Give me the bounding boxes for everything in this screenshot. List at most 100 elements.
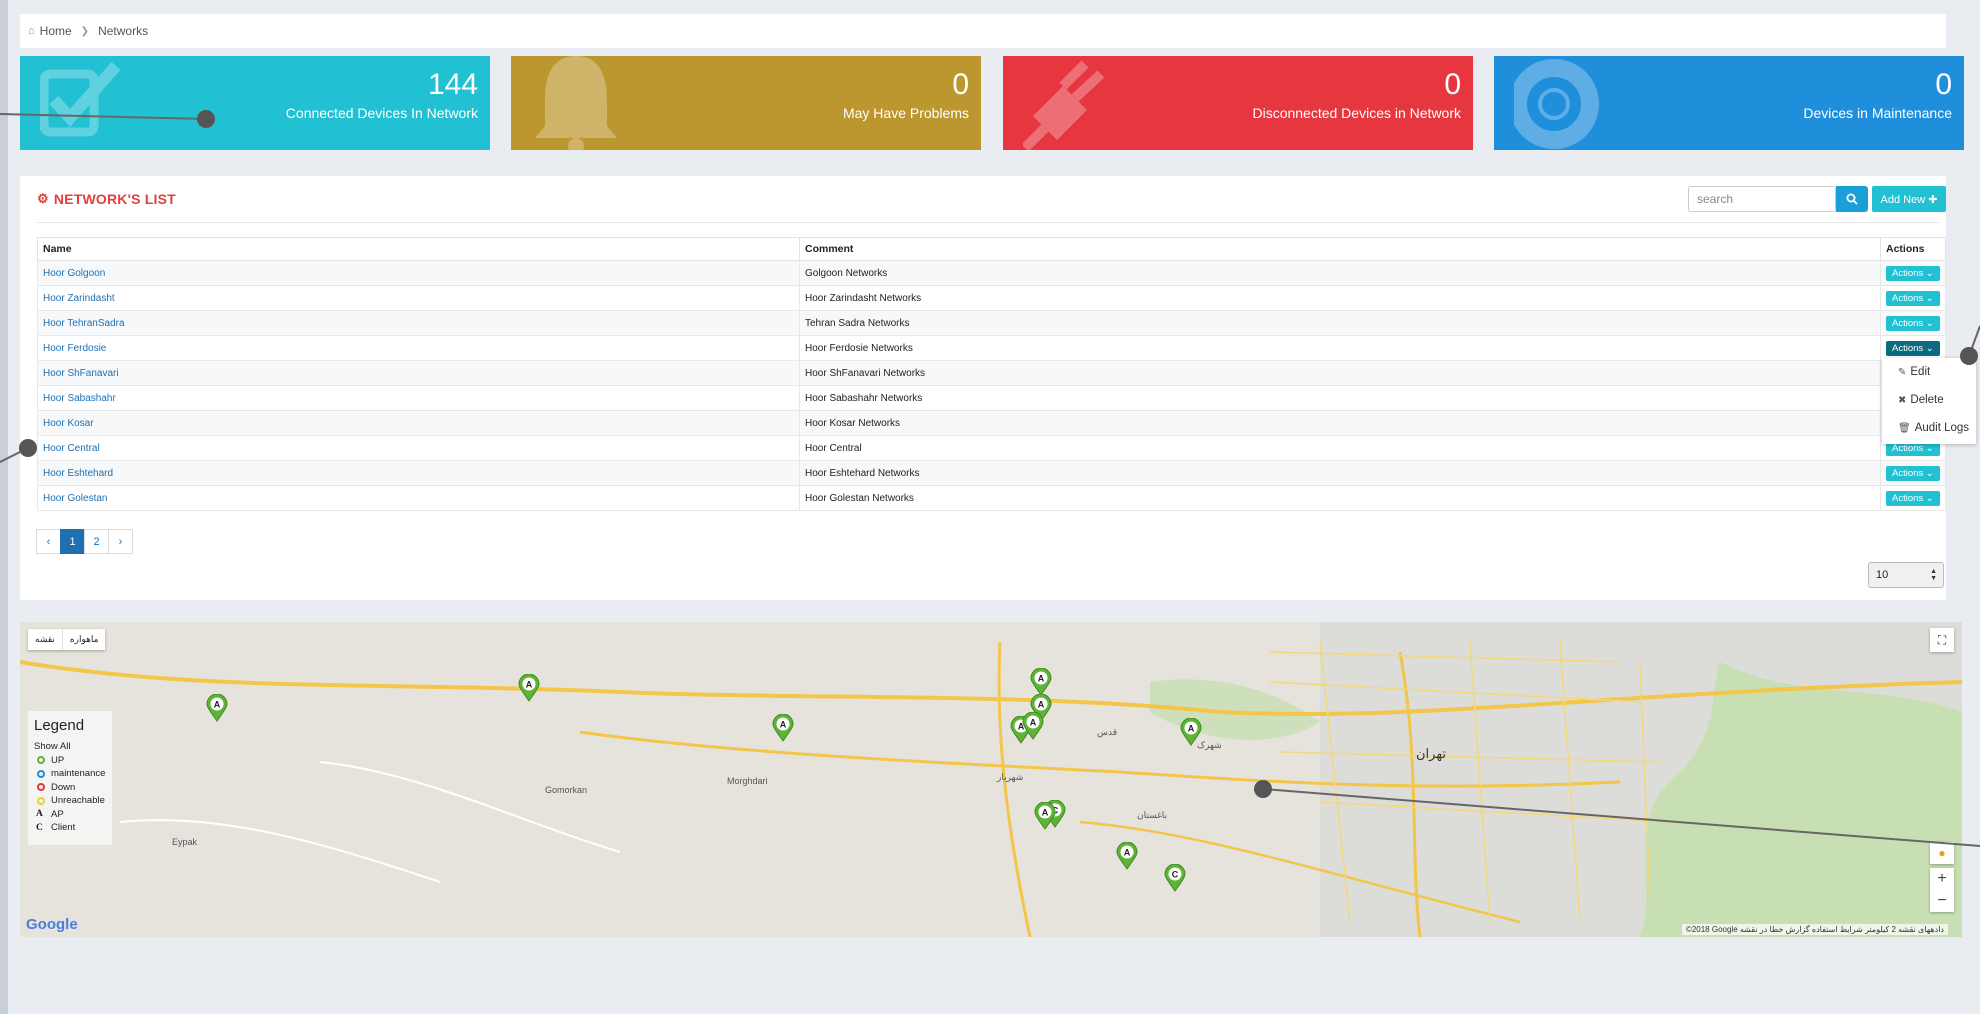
map-city-label: Eypak: [172, 837, 198, 847]
network-name-link[interactable]: Hoor Kosar: [37, 410, 800, 436]
map-city-label: قدس: [1097, 727, 1118, 737]
actions-button[interactable]: Actions ⌄: [1886, 490, 1940, 506]
network-comment: Hoor Sabashahr Networks: [799, 385, 1881, 411]
network-comment: Tehran Sadra Networks: [799, 310, 1881, 336]
legend-label: Client: [51, 822, 76, 834]
fullscreen-button[interactable]: ⛶: [1930, 628, 1954, 652]
pin-icon: [37, 796, 45, 805]
map-attribution[interactable]: ©2018 Google دادههای نقشه 2 کیلومتر شرای…: [1681, 924, 1948, 935]
menu-item-edit[interactable]: ✎ Edit: [1882, 358, 1976, 386]
network-name-link[interactable]: Hoor Ferdosie: [37, 335, 800, 361]
table-row: Hoor Sabashahr Hoor Sabashahr Networks A…: [37, 385, 1946, 411]
svg-text:A: A: [780, 720, 787, 730]
zoom-out-button[interactable]: −: [1930, 890, 1954, 912]
legend-item-down[interactable]: Down: [34, 781, 106, 795]
map-legend: Legend Show All UP maintenance Down Unre…: [28, 711, 112, 845]
ap-glyph-icon: A: [36, 809, 43, 820]
map-marker-pin-icon[interactable]: A: [1030, 668, 1052, 696]
legend-show-all[interactable]: Show All: [34, 740, 106, 754]
map-city-label: تهران: [1416, 746, 1446, 761]
network-comment: Hoor Kosar Networks: [799, 410, 1881, 436]
actions-button[interactable]: Actions ⌄: [1886, 315, 1940, 331]
legend-label: Show All: [34, 741, 71, 753]
table-row: Hoor ShFanavari Hoor ShFanavari Networks…: [37, 360, 1946, 386]
network-name-link[interactable]: Hoor Golestan: [37, 485, 800, 511]
map-marker-pin-icon[interactable]: A: [206, 694, 228, 722]
network-name-link[interactable]: Hoor ShFanavari: [37, 360, 800, 386]
map-marker-pin-icon[interactable]: A: [1022, 712, 1044, 740]
breadcrumb: ⌂ Home ❯ Networks: [20, 14, 1946, 48]
actions-button[interactable]: Actions ⌄: [1886, 290, 1940, 306]
search-input[interactable]: [1688, 186, 1836, 212]
plug-icon: [1023, 60, 1105, 150]
svg-text:A: A: [1038, 700, 1045, 710]
zoom-in-button[interactable]: +: [1930, 868, 1954, 890]
network-comment: Golgoon Networks: [799, 260, 1881, 286]
stat-label: Disconnected Devices in Network: [1252, 105, 1461, 121]
map-marker-pin-icon[interactable]: C: [1164, 864, 1186, 892]
network-name-link[interactable]: Hoor Golgoon: [37, 260, 800, 286]
actions-button[interactable]: Actions ⌄: [1886, 465, 1940, 481]
network-name-link[interactable]: Hoor Sabashahr: [37, 385, 800, 411]
network-name-link[interactable]: Hoor TehranSadra: [37, 310, 800, 336]
page-size-select[interactable]: 10 ▲ ▼: [1868, 562, 1944, 588]
life-ring-icon: [1514, 59, 1599, 149]
stat-card-problems[interactable]: 0 May Have Problems: [511, 56, 981, 150]
actions-dropdown-menu: ✎ Edit ✖ Delete 🗑 Audit Logs: [1882, 358, 1976, 444]
map-marker-pin-icon[interactable]: A: [1034, 802, 1056, 830]
legend-label: UP: [51, 754, 65, 766]
actions-button-open[interactable]: Actions ⌄: [1886, 340, 1940, 356]
legend-item-up[interactable]: UP: [34, 754, 106, 768]
network-name-link[interactable]: Hoor Zarindasht: [37, 285, 800, 311]
column-header-name[interactable]: Name: [37, 237, 800, 261]
legend-item-client[interactable]: C Client: [34, 821, 106, 835]
column-header-actions: Actions: [1880, 237, 1946, 261]
table-row: Hoor Ferdosie Hoor Ferdosie Networks Act…: [37, 335, 1946, 361]
divider: [37, 222, 1939, 223]
column-header-comment[interactable]: Comment: [799, 237, 1881, 261]
network-comment: Hoor Zarindasht Networks: [799, 285, 1881, 311]
legend-item-maintenance[interactable]: maintenance: [34, 767, 106, 781]
networks-table: Name Comment Actions Hoor Golgoon Golgoo…: [37, 237, 1946, 511]
legend-item-unreachable[interactable]: Unreachable: [34, 794, 106, 808]
network-name-link[interactable]: Hoor Central: [37, 435, 800, 461]
map-city-label: Gomorkan: [545, 785, 588, 795]
search-button[interactable]: [1836, 186, 1868, 212]
map-marker-pin-icon[interactable]: A: [1180, 718, 1202, 746]
menu-item-label: Delete: [1910, 394, 1944, 406]
table-row: Hoor Central Hoor Central Actions ⌄: [37, 435, 1946, 461]
pagination-prev[interactable]: ‹: [36, 529, 61, 554]
table-row: Hoor Golgoon Golgoon Networks Actions ⌄: [37, 260, 1946, 286]
legend-item-ap[interactable]: A AP: [34, 808, 106, 822]
map-marker-pin-icon[interactable]: A: [1116, 842, 1138, 870]
map-marker-pin-icon[interactable]: A: [518, 674, 540, 702]
network-map[interactable]: تهران Gomorkan Morghdari Eypak شهریار با…: [20, 622, 1962, 937]
pagination-next[interactable]: ›: [108, 529, 133, 554]
stat-card-maintenance[interactable]: 0 Devices in Maintenance: [1494, 56, 1964, 150]
menu-item-delete[interactable]: ✖ Delete: [1882, 386, 1976, 414]
add-new-button[interactable]: Add New ✚: [1872, 186, 1946, 212]
search-icon: [1846, 193, 1858, 205]
network-name-link[interactable]: Hoor Eshtehard: [37, 460, 800, 486]
stat-card-disconnected[interactable]: 0 Disconnected Devices in Network: [1003, 56, 1473, 150]
home-icon: ⌂: [28, 25, 35, 37]
map-tab-satellite[interactable]: ماهواره: [63, 629, 106, 650]
map-tab-map[interactable]: نقشه: [28, 629, 63, 650]
breadcrumb-home[interactable]: Home: [40, 24, 72, 38]
google-wordmark: Google: [26, 916, 78, 933]
stat-card-connected[interactable]: 144 Connected Devices In Network: [20, 56, 490, 150]
actions-button[interactable]: Actions ⌄: [1886, 265, 1940, 281]
street-view-button[interactable]: ●: [1930, 842, 1954, 864]
menu-item-label: Audit Logs: [1914, 422, 1970, 434]
map-marker-pin-icon[interactable]: A: [772, 714, 794, 742]
menu-item-audit-logs[interactable]: 🗑 Audit Logs: [1882, 414, 1976, 442]
stat-value: 0: [1444, 68, 1461, 101]
left-edge: [0, 0, 8, 1014]
pagination-page[interactable]: 1: [60, 529, 85, 554]
map-roads: [20, 622, 1962, 937]
pagination-page[interactable]: 2: [84, 529, 109, 554]
legend-label: maintenance: [51, 768, 106, 780]
network-comment: Hoor Ferdosie Networks: [799, 335, 1881, 361]
pagination: ‹ 1 2 ›: [36, 529, 133, 554]
stat-label: May Have Problems: [842, 105, 969, 121]
